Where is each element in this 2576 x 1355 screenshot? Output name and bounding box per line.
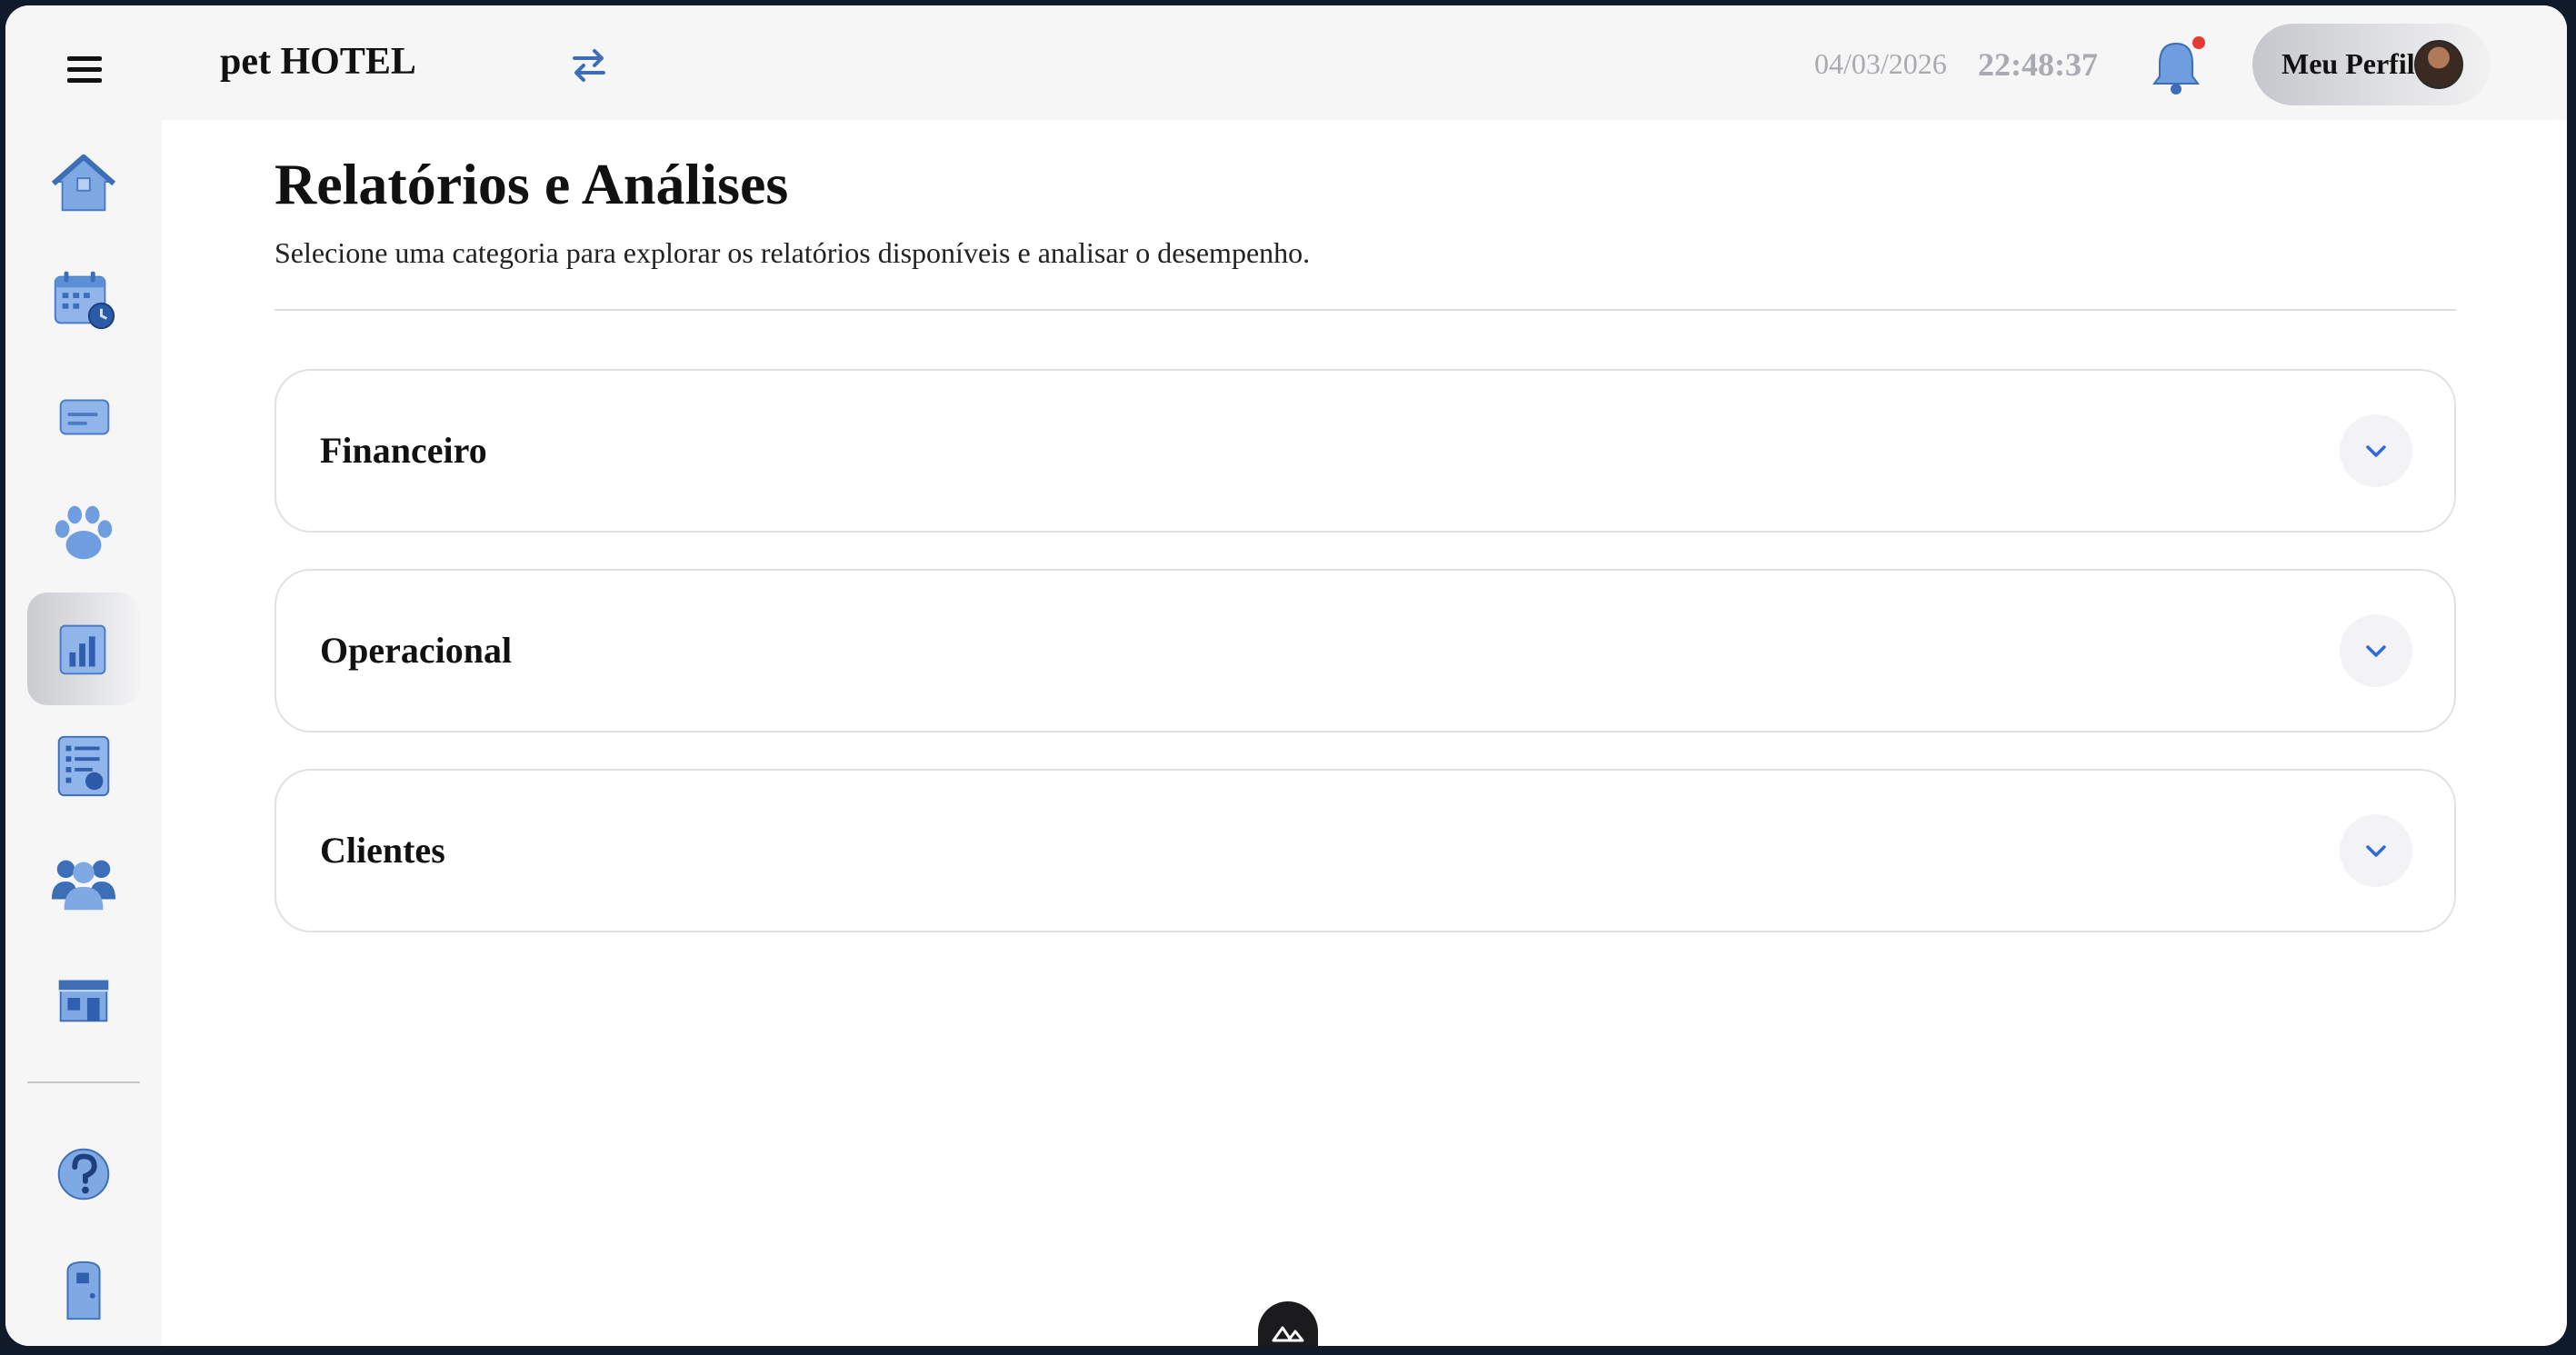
- chevron-down-icon[interactable]: [2340, 814, 2412, 887]
- category-financeiro[interactable]: Financeiro: [275, 369, 2456, 533]
- help-icon: [57, 1148, 110, 1201]
- sidebar-item-users[interactable]: [27, 825, 140, 938]
- title-divider: [275, 309, 2456, 311]
- door-icon: [66, 1260, 101, 1320]
- sidebar-item-home[interactable]: [27, 127, 140, 240]
- category-label: Clientes: [320, 830, 445, 871]
- sidebar-item-checklist[interactable]: [27, 709, 140, 822]
- category-operacional[interactable]: Operacional: [275, 569, 2456, 732]
- sidebar: [5, 5, 162, 1346]
- report-chart-icon: [59, 624, 106, 675]
- mountain-logo-icon: [1272, 1326, 1304, 1342]
- current-date: 04/03/2026: [1814, 47, 1947, 80]
- devtools-toggle[interactable]: [1258, 1301, 1318, 1346]
- sidebar-item-calendar[interactable]: [27, 244, 140, 356]
- sidebar-divider: [27, 1081, 140, 1083]
- page-subtitle: Selecione uma categoria para explorar os…: [275, 236, 1311, 269]
- checklist-icon: [57, 735, 110, 797]
- avatar: [2414, 40, 2463, 89]
- notification-dot: [2192, 36, 2205, 49]
- card-icon: [59, 399, 110, 435]
- house-icon: [51, 154, 116, 212]
- chevron-down-icon[interactable]: [2340, 614, 2412, 687]
- category-label: Operacional: [320, 630, 513, 671]
- swap-icon[interactable]: [569, 45, 609, 85]
- paw-icon: [55, 505, 113, 560]
- sidebar-item-help[interactable]: [27, 1118, 140, 1230]
- current-time: 22:48:37: [1978, 46, 2098, 83]
- app-window: pet HOTEL 04/03/2026 22:48:37 Meu Perfil…: [5, 5, 2567, 1346]
- menu-icon[interactable]: [67, 56, 102, 84]
- top-bar: [162, 5, 2567, 120]
- store-icon: [58, 980, 109, 1022]
- profile-label: Meu Perfil: [2281, 47, 2415, 80]
- calendar-clock-icon: [54, 271, 115, 330]
- page-title: Relatórios e Análises: [275, 152, 789, 216]
- sidebar-item-pets[interactable]: [27, 476, 140, 589]
- category-label: Financeiro: [320, 430, 487, 471]
- category-clientes[interactable]: Clientes: [275, 769, 2456, 932]
- profile-button[interactable]: Meu Perfil: [2252, 24, 2491, 105]
- brand-name: pet HOTEL: [220, 41, 416, 83]
- sidebar-item-store[interactable]: [27, 942, 140, 1054]
- sidebar-item-card[interactable]: [27, 360, 140, 473]
- sidebar-item-logout[interactable]: [27, 1234, 140, 1346]
- users-icon: [51, 860, 116, 911]
- sidebar-item-reports[interactable]: [27, 593, 140, 705]
- chevron-down-icon[interactable]: [2340, 414, 2412, 487]
